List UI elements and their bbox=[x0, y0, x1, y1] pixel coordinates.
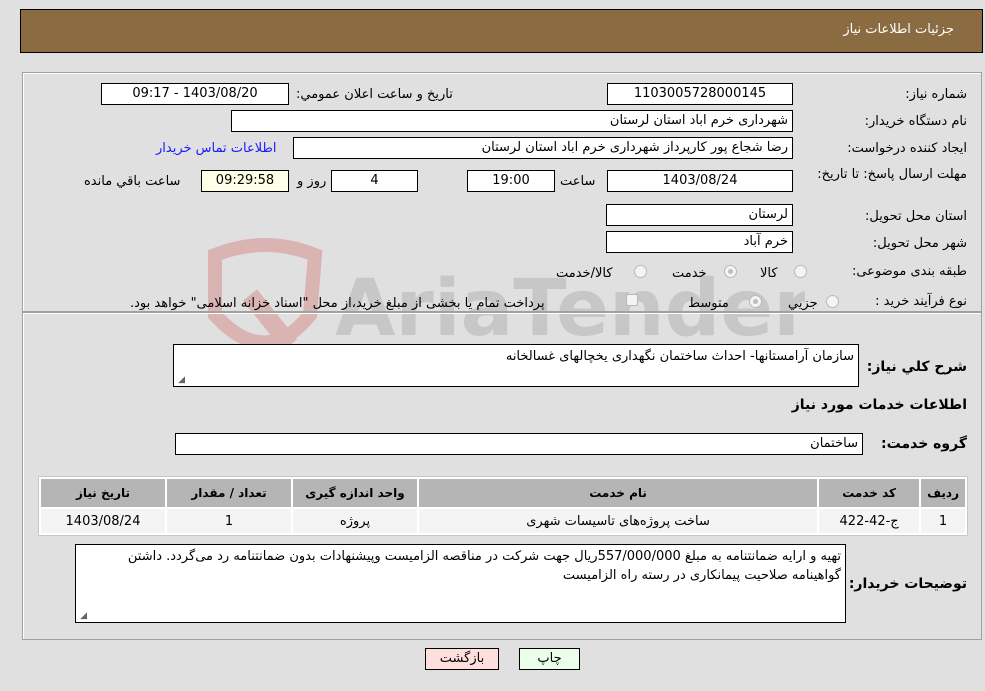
cell-unit: پروژه bbox=[293, 509, 417, 533]
print-button[interactable]: چاپ bbox=[519, 648, 580, 670]
category-radio-goods-service[interactable] bbox=[634, 265, 647, 278]
summary-text: سازمان آرامستانها- احداث ساختمان نگهداری… bbox=[505, 349, 854, 364]
need-info-panel bbox=[22, 72, 982, 312]
days-remaining-field: 4 bbox=[331, 170, 418, 192]
time-remaining-label: ساعت باقي مانده bbox=[84, 174, 181, 189]
deadline-time-field: 19:00 bbox=[467, 170, 555, 192]
page-title: جزئیات اطلاعات نیاز bbox=[843, 22, 954, 37]
cell-need-date: 1403/08/24 bbox=[41, 509, 165, 533]
buyer-contact-link[interactable]: اطلاعات تماس خریدار bbox=[156, 141, 276, 156]
buyer-notes-textarea[interactable]: تهیه و ارایه ضمانتنامه به مبلغ 557/000/0… bbox=[75, 544, 846, 623]
category-option-goods-service: کالا/خدمت bbox=[556, 266, 613, 281]
purchase-type-option-medium: متوسط bbox=[688, 296, 729, 311]
delivery-city-label: شهر محل تحویل: bbox=[872, 236, 967, 251]
need-number-field: 1103005728000145 bbox=[607, 83, 793, 105]
delivery-city-field: خرم آباد bbox=[606, 231, 793, 253]
buyer-notes-label: توضیحات خریدار: bbox=[848, 576, 967, 592]
service-group-label: گروه خدمت: bbox=[881, 436, 967, 452]
announce-datetime-label: تاریخ و ساعت اعلان عمومي: bbox=[296, 87, 453, 102]
cell-service-name: ساخت پروژه‌های تاسیسات شهری bbox=[419, 509, 818, 533]
requester-label: ایجاد کننده درخواست: bbox=[847, 141, 967, 156]
delivery-province-field: لرستان bbox=[606, 204, 793, 226]
purchase-type-option-minor: جزیي bbox=[788, 296, 818, 311]
buyer-org-label: نام دستگاه خریدار: bbox=[864, 114, 967, 129]
announce-datetime-field: 1403/08/20 - 09:17 bbox=[101, 83, 289, 105]
cell-quantity: 1 bbox=[167, 509, 291, 533]
category-label: طبقه بندی موضوعی: bbox=[851, 264, 967, 279]
col-header-service-name: نام خدمت bbox=[419, 479, 818, 507]
deadline-date-field: 1403/08/24 bbox=[607, 170, 793, 192]
category-radio-service[interactable] bbox=[724, 265, 737, 278]
need-number-label: شماره نیاز: bbox=[905, 87, 967, 102]
cell-service-code: ج-42-422 bbox=[819, 509, 920, 533]
days-label: روز و bbox=[297, 174, 327, 189]
category-option-service: خدمت bbox=[672, 266, 707, 281]
purchase-type-radio-minor[interactable] bbox=[826, 295, 839, 308]
back-button[interactable]: بازگشت bbox=[425, 648, 499, 670]
table-row: 1 ج-42-422 ساخت پروژه‌های تاسیسات شهری پ… bbox=[41, 509, 965, 533]
summary-textarea[interactable]: سازمان آرامستانها- احداث ساختمان نگهداری… bbox=[173, 344, 859, 387]
cell-row-number: 1 bbox=[921, 509, 965, 533]
services-table: ردیف کد خدمت نام خدمت واحد اندازه گیری ت… bbox=[38, 476, 968, 536]
table-header-row: ردیف کد خدمت نام خدمت واحد اندازه گیری ت… bbox=[41, 479, 965, 507]
purchase-type-label: نوع فرآیند خرید : bbox=[875, 294, 967, 309]
deadline-time-label: ساعت bbox=[560, 174, 596, 189]
services-heading: اطلاعات خدمات مورد نیاز bbox=[791, 397, 967, 413]
summary-label: شرح کلي نیاز: bbox=[866, 359, 967, 375]
requester-field: رضا شجاع پور کارپرداز شهرداری خرم اباد ا… bbox=[293, 137, 793, 159]
delivery-province-label: استان محل تحویل: bbox=[865, 209, 967, 224]
category-radio-goods[interactable] bbox=[794, 265, 807, 278]
treasury-checkbox[interactable] bbox=[626, 294, 638, 306]
deadline-label: مهلت ارسال پاسخ: تا تاریخ: bbox=[817, 167, 967, 182]
col-header-quantity: تعداد / مقدار bbox=[167, 479, 291, 507]
col-header-row-number: ردیف bbox=[921, 479, 965, 507]
col-header-service-code: کد خدمت bbox=[819, 479, 920, 507]
resize-grip-icon[interactable]: ◢ bbox=[79, 612, 87, 621]
resize-grip-icon[interactable]: ◢ bbox=[177, 376, 185, 385]
time-remaining-field: 09:29:58 bbox=[201, 170, 289, 192]
col-header-unit: واحد اندازه گیری bbox=[293, 479, 417, 507]
page-header: جزئیات اطلاعات نیاز bbox=[20, 9, 983, 53]
purchase-type-radio-medium[interactable] bbox=[749, 295, 762, 308]
service-group-field: ساختمان bbox=[175, 433, 863, 455]
treasury-note: پرداخت تمام یا بخشی از مبلغ خرید،از محل … bbox=[130, 296, 545, 311]
buyer-org-field: شهرداری خرم اباد استان لرستان bbox=[231, 110, 793, 132]
buyer-notes-text: تهیه و ارایه ضمانتنامه به مبلغ 557/000/0… bbox=[127, 549, 841, 583]
col-header-need-date: تاریخ نیاز bbox=[41, 479, 165, 507]
category-option-goods: کالا bbox=[760, 266, 778, 281]
